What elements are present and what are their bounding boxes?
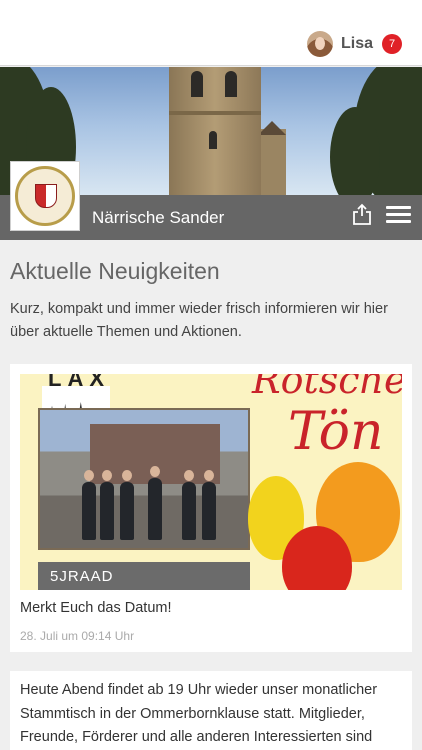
- news-card-image[interactable]: Rotsche Tön LAX 5JRAAD: [20, 374, 402, 590]
- user-menu[interactable]: Lisa 7: [306, 29, 402, 59]
- club-name: Närrische Sander: [92, 208, 225, 227]
- page-title: Aktuelle Neuigkeiten: [10, 258, 220, 284]
- news-card[interactable]: Heute Abend findet ab 19 Uhr wieder unse…: [10, 671, 412, 750]
- news-intro: Kurz, kompakt und immer wieder frisch in…: [10, 301, 388, 340]
- news-card-date: 28. Juli um 09:14 Uhr: [20, 629, 135, 643]
- band-photo: [38, 408, 250, 550]
- avatar[interactable]: [306, 31, 333, 57]
- news-card-title[interactable]: Merkt Euch das Datum!: [20, 600, 172, 616]
- club-logo: [10, 161, 80, 231]
- news-card[interactable]: Rotsche Tön LAX 5JRAAD Merkt Euch das Da…: [10, 364, 412, 652]
- hamburger-menu-icon[interactable]: [386, 206, 412, 226]
- poster-script-main: Tön: [288, 402, 384, 462]
- top-bar: Lisa 7: [0, 0, 422, 66]
- poster-band-name: LAX: [48, 374, 110, 391]
- share-icon[interactable]: [351, 203, 373, 225]
- user-name[interactable]: Lisa: [341, 35, 373, 53]
- news-section: Aktuelle Neuigkeiten Kurz, kompakt und i…: [10, 258, 412, 340]
- notification-badge[interactable]: 7: [382, 34, 402, 54]
- poster-script-top: Rotsche: [252, 374, 402, 402]
- news-card-text: Heute Abend findet ab 19 Uhr wieder unse…: [20, 682, 378, 745]
- poster-label: 5JRAAD: [50, 568, 114, 585]
